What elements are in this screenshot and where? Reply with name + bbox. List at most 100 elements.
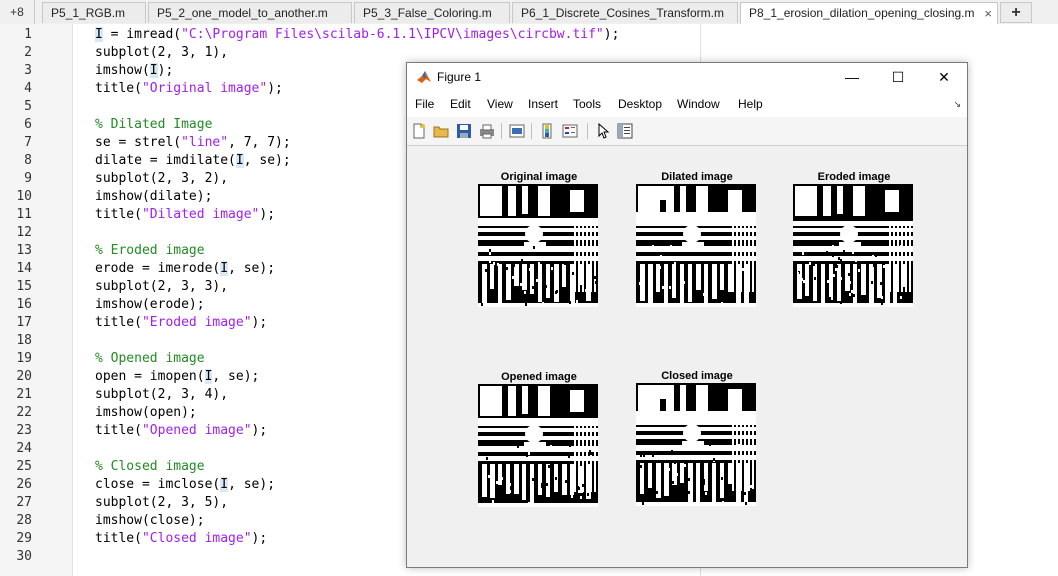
code-text: % Opened image	[95, 351, 205, 366]
code-text: subplot(2, 3, 3),	[95, 279, 229, 294]
toolbar-separator	[587, 123, 588, 139]
figure-window[interactable]: Figure 1 — ☐ ✕ File Edit View Insert Too…	[406, 62, 968, 568]
editor-tab-bar: +8 P5_1_RGB.m P5_2_one_model_to_another.…	[0, 0, 1058, 25]
line-number: 18	[16, 333, 32, 348]
code-text: imshow(open);	[95, 405, 197, 420]
print-icon[interactable]	[479, 123, 495, 139]
menu-edit[interactable]: Edit	[450, 97, 471, 111]
edit-plot-icon[interactable]	[595, 123, 611, 139]
line-number: 11	[16, 207, 32, 222]
line-number: 25	[16, 459, 32, 474]
minimize-button[interactable]: —	[829, 63, 875, 91]
close-window-button[interactable]: ✕	[921, 63, 967, 91]
tab-p5-2-one-model[interactable]: P5_2_one_model_to_another.m	[148, 2, 352, 23]
code-text: imshow(dilate);	[95, 189, 213, 204]
matlab-logo-icon	[417, 71, 431, 83]
close-tab-icon[interactable]: ×	[984, 3, 992, 24]
line-number: 24	[16, 441, 32, 456]
binary-image-opened	[478, 384, 598, 507]
more-tabs-button[interactable]: +8	[0, 0, 35, 24]
code-text: erode = imerode(I, se);	[95, 261, 276, 276]
line-number: 27	[16, 495, 32, 510]
menu-overflow-icon[interactable]: ↘	[953, 99, 961, 110]
tab-label: P5_2_one_model_to_another.m	[157, 6, 328, 20]
code-text: open = imopen(I, se);	[95, 369, 260, 384]
tab-label: P5_1_RGB.m	[51, 6, 126, 20]
code-line[interactable]: 2 subplot(2, 3, 1),	[0, 44, 700, 62]
line-number: 26	[16, 477, 32, 492]
code-text: title("Original image");	[95, 81, 283, 96]
line-number: 7	[24, 135, 32, 150]
code-text: title("Opened image");	[95, 423, 268, 438]
line-number: 8	[24, 153, 32, 168]
code-line[interactable]: 1 I = imread("C:\Program Files\scilab-6.1…	[0, 26, 700, 44]
line-number: 3	[24, 63, 32, 78]
line-number: 30	[16, 549, 32, 564]
line-number: 21	[16, 387, 32, 402]
subplot-closed-image[interactable]: Closed image	[636, 369, 758, 506]
code-text: dilate = imdilate(I, se);	[95, 153, 291, 168]
subplot-title: Eroded image	[817, 171, 891, 183]
insert-legend-icon[interactable]	[562, 123, 578, 139]
menu-help[interactable]: Help	[738, 97, 763, 111]
tab-p5-3-false-coloring[interactable]: P5_3_False_Coloring.m	[354, 2, 510, 23]
menu-view[interactable]: View	[487, 97, 513, 111]
subplot-title: Dilated image	[661, 171, 733, 183]
menu-insert[interactable]: Insert	[528, 97, 558, 111]
subplot-opened-image[interactable]: Opened image	[478, 370, 600, 507]
line-number: 20	[16, 369, 32, 384]
line-number: 15	[16, 279, 32, 294]
code-text: subplot(2, 3, 2),	[95, 171, 229, 186]
code-text: se = strel("line", 7, 7);	[95, 135, 291, 150]
open-file-icon[interactable]	[433, 123, 449, 139]
subplot-title: Original image	[500, 171, 578, 183]
print-preview-icon[interactable]	[509, 123, 525, 139]
subplot-original-image[interactable]: Original image	[478, 170, 600, 307]
line-number: 23	[16, 423, 32, 438]
line-number: 2	[24, 45, 32, 60]
tab-label: P5_3_False_Coloring.m	[363, 6, 492, 20]
code-text: title("Eroded image");	[95, 315, 268, 330]
insert-colorbar-icon[interactable]	[539, 123, 555, 139]
menu-desktop[interactable]: Desktop	[618, 97, 662, 111]
tab-label: P6_1_Discrete_Cosines_Transform.m	[521, 6, 724, 20]
tab-p8-1-erosion-dilation[interactable]: P8_1_erosion_dilation_opening_closing.m …	[740, 2, 998, 25]
new-figure-icon[interactable]	[411, 123, 427, 139]
code-text: imshow(I);	[95, 63, 174, 78]
property-inspector-icon[interactable]	[617, 123, 633, 139]
code-text: % Eroded image	[95, 243, 205, 258]
line-number: 10	[16, 189, 32, 204]
add-tab-button[interactable]: +	[1000, 2, 1032, 23]
figure-toolbar	[407, 117, 967, 146]
line-number: 6	[24, 117, 32, 132]
line-number: 9	[24, 171, 32, 186]
line-number: 29	[16, 531, 32, 546]
figure-menu-bar: File Edit View Insert Tools Desktop Wind…	[407, 91, 967, 117]
tab-p6-1-dct[interactable]: P6_1_Discrete_Cosines_Transform.m	[512, 2, 738, 23]
code-text: I = imread("C:\Program Files\scilab-6.1.…	[95, 27, 620, 42]
code-text: imshow(erode);	[95, 297, 205, 312]
menu-window[interactable]: Window	[677, 97, 720, 111]
menu-file[interactable]: File	[415, 97, 434, 111]
code-text: close = imclose(I, se);	[95, 477, 276, 492]
line-number: 5	[24, 99, 32, 114]
code-text: imshow(close);	[95, 513, 205, 528]
maximize-button[interactable]: ☐	[875, 63, 921, 91]
line-number: 12	[16, 225, 32, 240]
code-text: % Dilated Image	[95, 117, 213, 132]
figure-title: Figure 1	[437, 70, 482, 84]
subplot-dilated-image[interactable]: Dilated image	[636, 170, 758, 307]
line-number: 28	[16, 513, 32, 528]
tab-p5-1-rgb[interactable]: P5_1_RGB.m	[42, 2, 146, 23]
code-text: title("Closed image");	[95, 531, 268, 546]
toolbar-separator	[501, 123, 502, 139]
line-number: 4	[24, 81, 32, 96]
menu-tools[interactable]: Tools	[573, 97, 601, 111]
binary-image-closed	[636, 383, 756, 506]
line-number: 14	[16, 261, 32, 276]
line-number: 13	[16, 243, 32, 258]
line-number: 19	[16, 351, 32, 366]
save-icon[interactable]	[456, 123, 472, 139]
figure-title-bar[interactable]: Figure 1 — ☐ ✕	[407, 63, 967, 91]
subplot-eroded-image[interactable]: Eroded image	[793, 170, 915, 307]
